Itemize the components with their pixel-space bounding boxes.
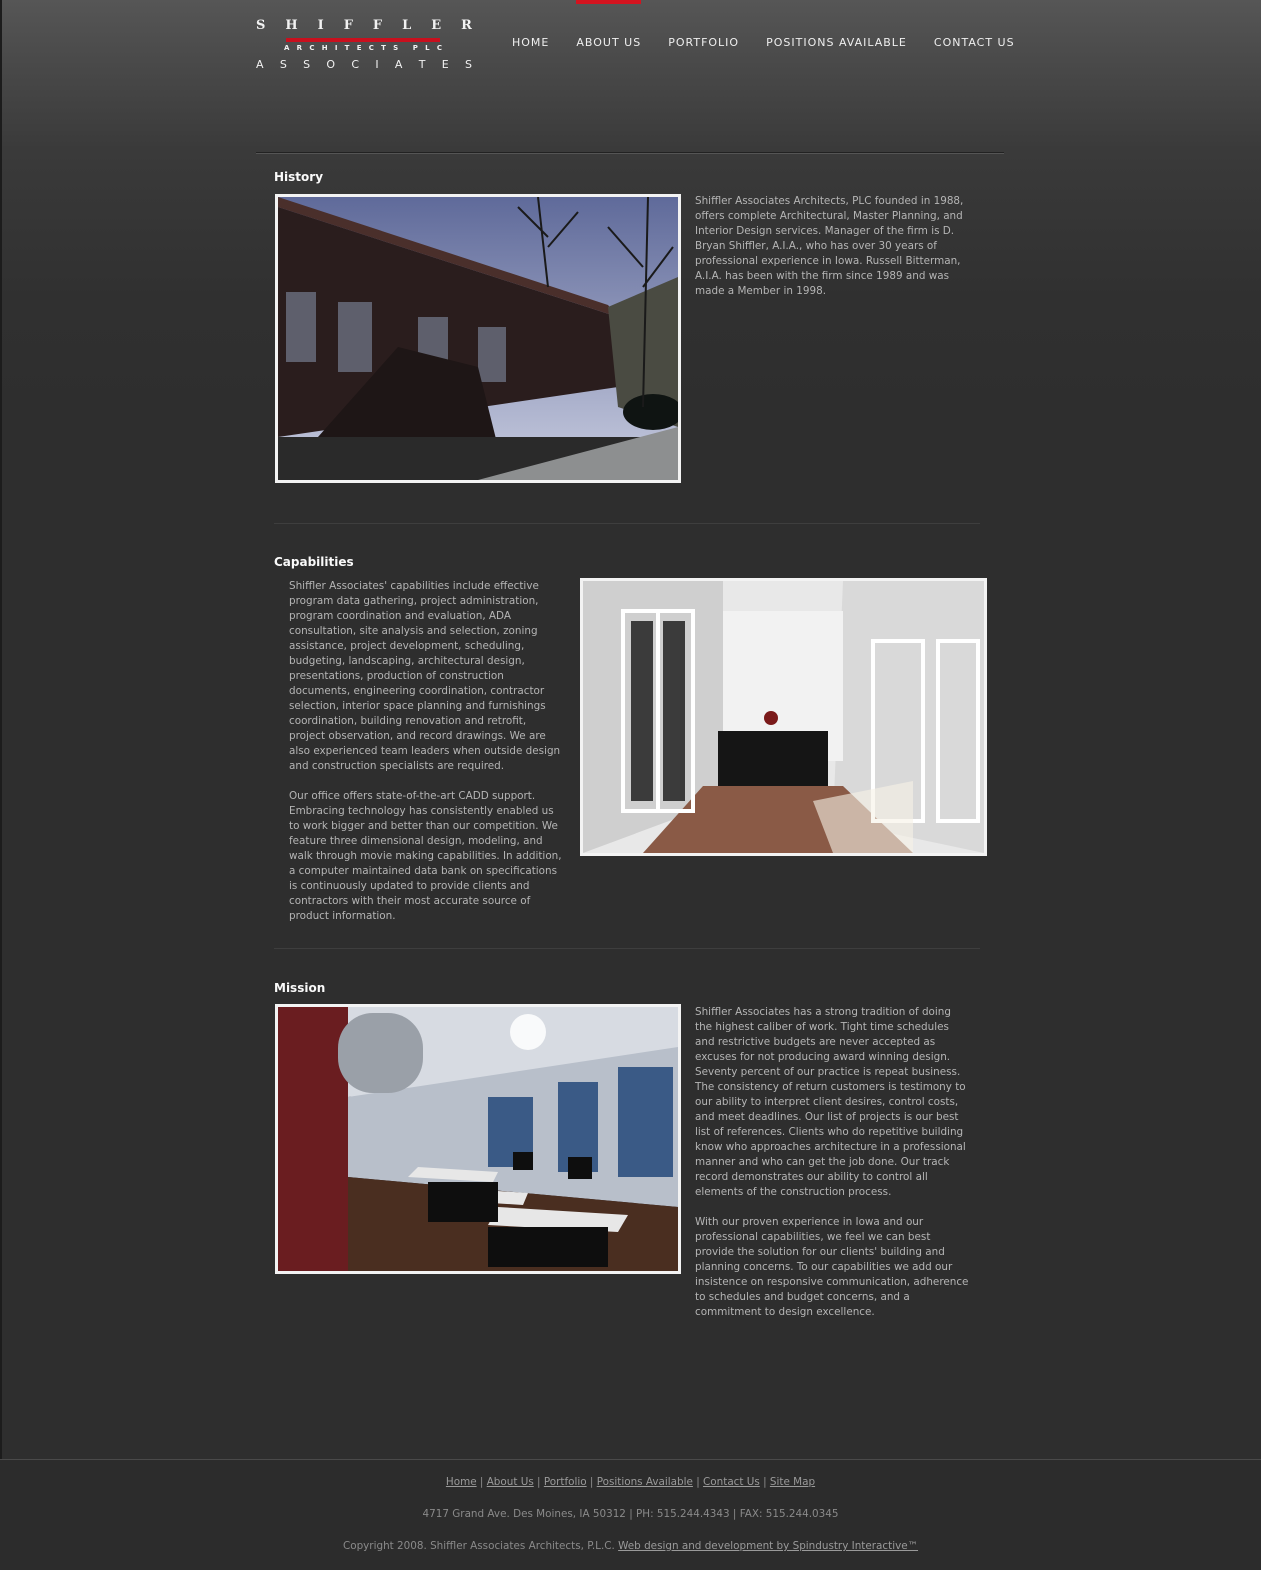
footer-link-home[interactable]: Home <box>446 1476 477 1488</box>
mission-photo <box>275 1004 681 1274</box>
section-divider <box>274 523 980 524</box>
logo-letter: I <box>375 58 379 71</box>
logo-top-line: S H I F F L E R <box>256 18 472 33</box>
history-heading: History <box>274 170 324 184</box>
logo-letter: H <box>285 18 298 33</box>
footer-link-contact-us[interactable]: Contact Us <box>703 1476 760 1488</box>
section-divider <box>274 948 980 949</box>
site-logo[interactable]: S H I F F L E R A R C H I T E C T S P L … <box>256 18 472 78</box>
logo-letter: C <box>436 44 442 52</box>
capabilities-photo <box>580 578 987 856</box>
logo-letter: A <box>394 58 403 71</box>
mission-paragraph: Shiffler Associates has a strong traditi… <box>695 1006 966 1198</box>
logo-letter: S <box>303 58 311 71</box>
logo-letter: H <box>321 44 328 52</box>
footer-credit-link[interactable]: Web design and development by Spindustry… <box>618 1540 918 1552</box>
nav-home[interactable]: HOME <box>512 36 549 49</box>
logo-letter: S <box>256 18 266 33</box>
logo-middle-line: A R C H I T E C T S P L C <box>284 44 442 52</box>
logo-letter: O <box>326 58 336 71</box>
header-divider <box>256 152 1004 154</box>
logo-letter: T <box>344 44 350 52</box>
reception-hallway-image <box>583 581 984 853</box>
logo-letter: L <box>425 44 430 52</box>
footer: Home | About Us | Portfolio | Positions … <box>0 1459 1261 1570</box>
page: S H I F F L E R A R C H I T E C T S P L … <box>0 0 1261 1570</box>
footer-copyright-line: Copyright 2008. Shiffler Associates Arch… <box>0 1540 1261 1552</box>
footer-copyright: Copyright 2008. Shiffler Associates Arch… <box>342 1540 615 1552</box>
logo-letter: S <box>465 58 472 71</box>
logo-letter: S <box>279 58 287 71</box>
logo-letter: S <box>393 44 399 52</box>
logo-letter: F <box>372 18 383 33</box>
logo-letter: I <box>317 18 324 33</box>
logo-letter: E <box>431 18 442 33</box>
logo-letter: A <box>284 44 290 52</box>
logo-letter: R <box>461 18 472 33</box>
nav-contact-us[interactable]: CONTACT US <box>934 36 1015 49</box>
nav-portfolio[interactable]: PORTFOLIO <box>668 36 739 49</box>
nav-about-us[interactable]: ABOUT US <box>576 0 642 49</box>
capabilities-paragraph: Shiffler Associates' capabilities includ… <box>289 580 561 772</box>
logo-letter: E <box>441 58 449 71</box>
capabilities-paragraph: Our office offers state-of-the-art CADD … <box>289 790 562 922</box>
footer-link-portfolio[interactable]: Portfolio <box>544 1476 587 1488</box>
nav-positions-available[interactable]: POSITIONS AVAILABLE <box>766 36 907 49</box>
capabilities-heading: Capabilities <box>274 555 354 569</box>
footer-link-site-map[interactable]: Site Map <box>770 1476 815 1488</box>
logo-letter: P <box>412 44 418 52</box>
history-text: Shiffler Associates Architects, PLC foun… <box>695 194 970 314</box>
mission-paragraph: With our proven experience in Iowa and o… <box>695 1216 969 1318</box>
logo-letter: T <box>418 58 426 71</box>
studio-interior-image <box>278 1007 678 1271</box>
main-nav: HOME ABOUT US PORTFOLIO POSITIONS AVAILA… <box>512 0 1042 49</box>
logo-letter: C <box>351 58 360 71</box>
logo-letter: A <box>256 58 264 71</box>
logo-letter: C <box>368 44 374 52</box>
history-photo <box>275 194 681 483</box>
logo-accent-bar <box>286 38 440 42</box>
logo-bottom-line: A S S O C I A T E S <box>256 58 472 71</box>
logo-letter: I <box>334 44 338 52</box>
footer-address: 4717 Grand Ave. Des Moines, IA 50312 | P… <box>422 1508 839 1520</box>
logo-letter: E <box>356 44 362 52</box>
mission-text: Shiffler Associates has a strong traditi… <box>695 1005 970 1335</box>
logo-letter: C <box>309 44 315 52</box>
footer-links: Home | About Us | Portfolio | Positions … <box>445 1476 816 1488</box>
logo-letter: F <box>343 18 353 33</box>
mission-heading: Mission <box>274 981 326 995</box>
logo-letter: R <box>296 44 303 52</box>
footer-link-about-us[interactable]: About Us <box>487 1476 534 1488</box>
capabilities-text: Shiffler Associates' capabilities includ… <box>289 579 564 939</box>
footer-link-positions-available[interactable]: Positions Available <box>597 1476 693 1488</box>
logo-letter: T <box>381 44 386 52</box>
brick-building-image <box>278 197 678 480</box>
logo-letter: L <box>402 18 412 33</box>
history-paragraph: Shiffler Associates Architects, PLC foun… <box>695 195 964 297</box>
